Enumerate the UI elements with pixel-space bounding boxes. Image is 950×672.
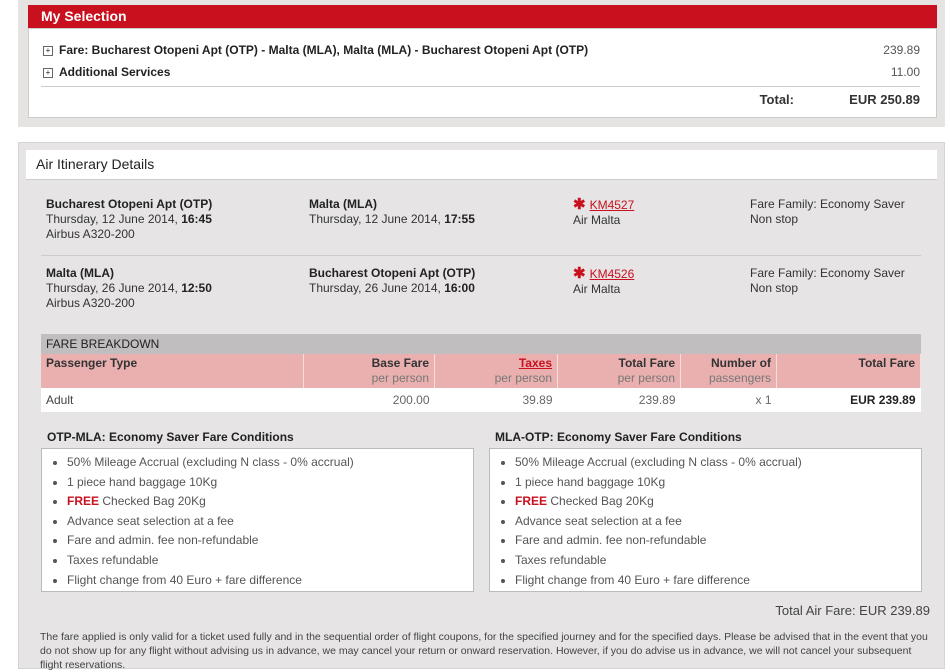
- air-itinerary-title: Air Itinerary Details: [26, 150, 937, 180]
- header-base-fare: Base Fare per person: [303, 354, 435, 388]
- services-label: Additional Services: [59, 65, 171, 79]
- header-passenger-count: Number of passengers: [680, 354, 777, 388]
- departure-date: Thursday, 26 June 2014,: [46, 281, 182, 295]
- aircraft: Airbus A320-200: [46, 227, 135, 241]
- air-malta-logo-icon: ✱: [573, 196, 586, 213]
- conditions-title: MLA-OTP: Economy Saver Fare Conditions: [495, 430, 742, 444]
- condition-item: Flight change from 40 Euro + fare differ…: [515, 571, 921, 591]
- fare-label: Fare: Bucharest Otopeni Apt (OTP) - Malt…: [59, 43, 589, 57]
- passenger-count: x 1: [680, 388, 777, 412]
- origin: Malta (MLA): [46, 266, 114, 280]
- condition-item: FREE Checked Bag 20Kg: [515, 492, 921, 512]
- destination: Malta (MLA): [309, 197, 377, 211]
- departure-time: 16:45: [181, 212, 212, 226]
- base-fare: 200.00: [303, 388, 435, 412]
- total-fare: EUR 239.89: [776, 388, 921, 412]
- divider: [41, 255, 921, 256]
- fare-breakdown-title: FARE BREAKDOWN: [41, 334, 921, 354]
- total-value: EUR 250.89: [849, 92, 920, 107]
- total-per-person: 239.89: [557, 388, 681, 412]
- origin: Bucharest Otopeni Apt (OTP): [46, 197, 213, 211]
- air-malta-logo-icon: ✱: [573, 265, 586, 282]
- services-row[interactable]: + Additional Services 11.00: [43, 63, 920, 81]
- airline: Air Malta: [573, 213, 621, 227]
- condition-item: 50% Mileage Accrual (excluding N class -…: [515, 453, 921, 473]
- expand-icon[interactable]: +: [43, 45, 53, 56]
- services-amount: 11.00: [890, 65, 920, 79]
- table-row: Adult 200.00 39.89 239.89 x 1 EUR 239.89: [41, 388, 921, 412]
- header-total-fare-per-person: Total Fare per person: [557, 354, 681, 388]
- condition-item: Fare and admin. fee non-refundable: [67, 531, 473, 551]
- fare-conditions-box: 50% Mileage Accrual (excluding N class -…: [41, 448, 474, 592]
- arrival-time: 16:00: [444, 281, 475, 295]
- condition-item: Advance seat selection at a fee: [515, 512, 921, 532]
- arrival-date: Thursday, 26 June 2014,: [309, 281, 445, 295]
- destination: Bucharest Otopeni Apt (OTP): [309, 266, 476, 280]
- condition-item: FREE Checked Bag 20Kg: [67, 492, 473, 512]
- condition-item: Taxes refundable: [515, 551, 921, 571]
- passenger-type: Adult: [41, 388, 304, 412]
- condition-item: Advance seat selection at a fee: [67, 512, 473, 532]
- arrival-date: Thursday, 12 June 2014,: [309, 212, 445, 226]
- header-passenger-type: Passenger Type: [41, 354, 304, 388]
- aircraft: Airbus A320-200: [46, 296, 135, 310]
- departure-time: 12:50: [181, 281, 212, 295]
- fare-row[interactable]: + Fare: Bucharest Otopeni Apt (OTP) - Mal…: [43, 41, 920, 59]
- total-air-fare: Total Air Fare: EUR 239.89: [775, 603, 930, 618]
- header-total-fare: Total Fare: [776, 354, 921, 388]
- condition-item: 1 piece hand baggage 10Kg: [67, 473, 473, 493]
- fare-family: Fare Family: Economy Saver: [750, 197, 905, 211]
- condition-item: Taxes refundable: [67, 551, 473, 571]
- stops: Non stop: [750, 281, 799, 295]
- condition-item: 50% Mileage Accrual (excluding N class -…: [67, 453, 473, 473]
- fare-disclaimer: The fare applied is only valid for a tic…: [40, 631, 928, 671]
- flight-number-link[interactable]: KM4527: [590, 198, 635, 212]
- total-label: Total:: [759, 92, 794, 107]
- condition-item: Flight change from 40 Euro + fare differ…: [67, 571, 473, 591]
- fare-breakdown-table: FARE BREAKDOWN Passenger Type Base Fare p…: [41, 334, 921, 412]
- flight-number-link[interactable]: KM4526: [590, 267, 635, 281]
- divider: [41, 86, 920, 87]
- flight-segment: Malta (MLA) Thursday, 26 June 2014, 12:50…: [41, 266, 921, 326]
- fare-amount: 239.89: [883, 43, 920, 57]
- departure-date: Thursday, 12 June 2014,: [46, 212, 182, 226]
- condition-item: Fare and admin. fee non-refundable: [515, 531, 921, 551]
- fare-conditions-box: 50% Mileage Accrual (excluding N class -…: [489, 448, 922, 592]
- taxes: 39.89: [434, 388, 558, 412]
- flight-segment: Bucharest Otopeni Apt (OTP) Thursday, 12 …: [41, 197, 921, 257]
- conditions-title: OTP-MLA: Economy Saver Fare Conditions: [47, 430, 294, 444]
- condition-item: 1 piece hand baggage 10Kg: [515, 473, 921, 493]
- expand-icon[interactable]: +: [43, 67, 53, 78]
- fare-family: Fare Family: Economy Saver: [750, 266, 905, 280]
- header-taxes[interactable]: Taxes per person: [434, 354, 558, 388]
- my-selection-body: + Fare: Bucharest Otopeni Apt (OTP) - Mal…: [28, 28, 937, 118]
- my-selection-title: My Selection: [28, 5, 937, 28]
- stops: Non stop: [750, 212, 799, 226]
- airline: Air Malta: [573, 282, 621, 296]
- arrival-time: 17:55: [444, 212, 475, 226]
